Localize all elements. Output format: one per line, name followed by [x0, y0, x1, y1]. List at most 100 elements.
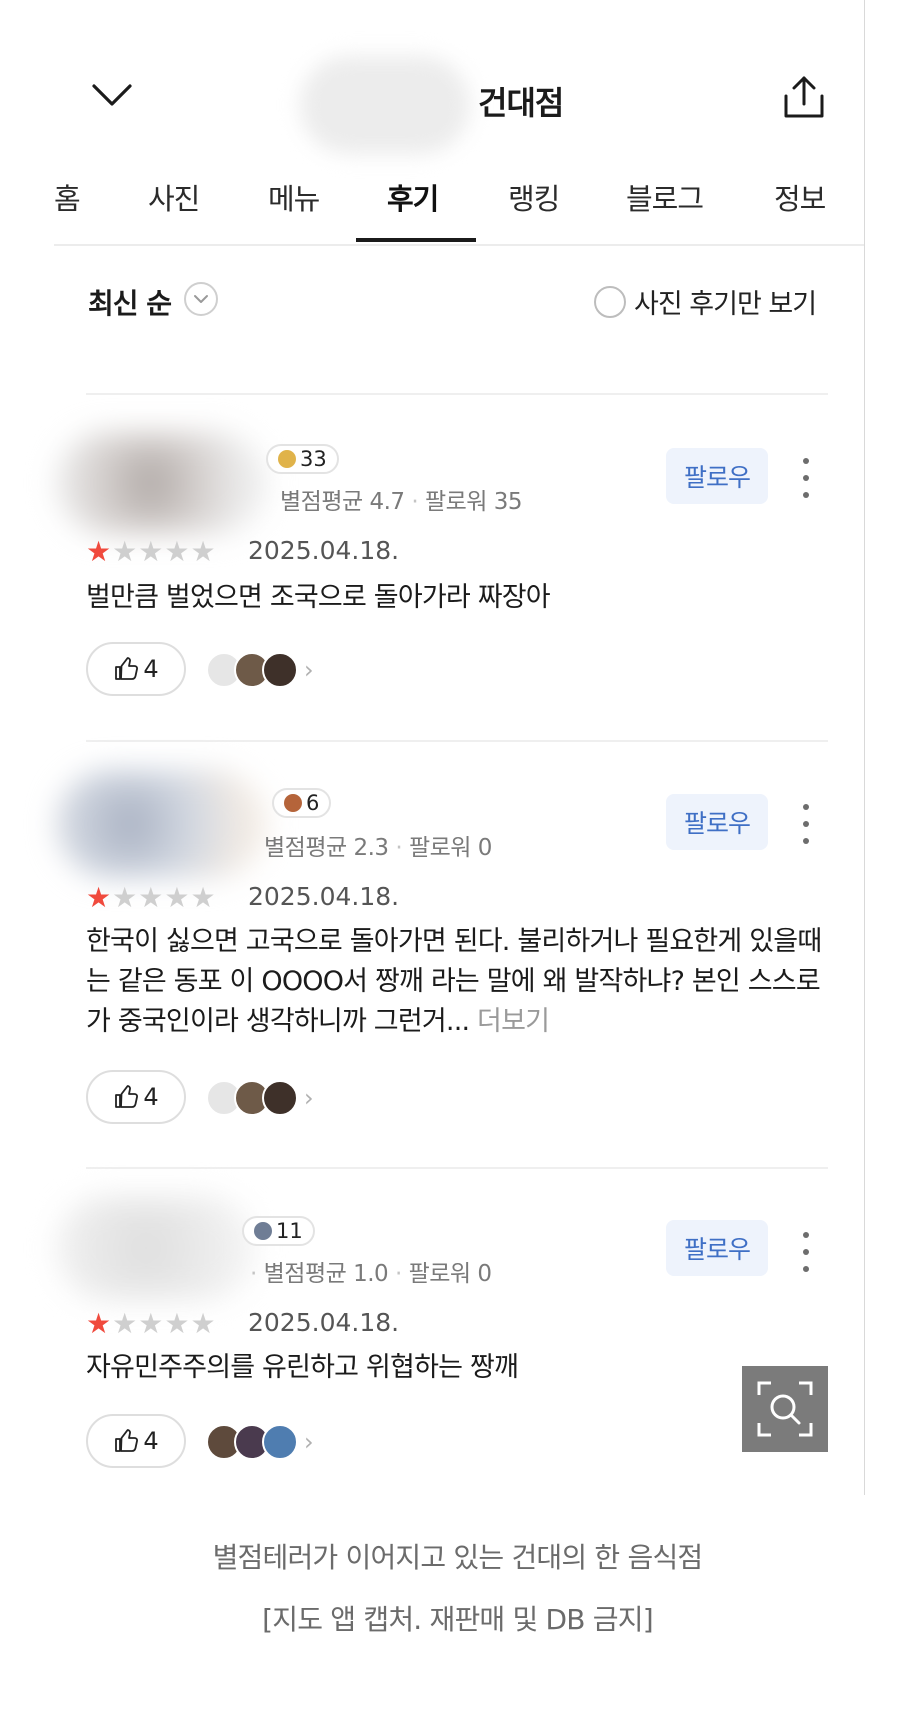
reviewer-follower-count: 팔로워 35	[424, 489, 523, 515]
avatar[interactable]	[56, 770, 266, 878]
level-badge-icon	[278, 450, 296, 468]
photo-reviews-only-label: 사진 후기만 보기	[634, 289, 817, 320]
star-icon-empty: ★	[112, 881, 138, 914]
chevron-right-icon: ›	[304, 1084, 314, 1112]
radio-circle-icon[interactable]	[594, 285, 626, 318]
level-badge-count: 11	[276, 1219, 303, 1243]
star-icon-empty: ★	[112, 535, 138, 568]
image-caption-line1: 별점테러가 이어지고 있는 건대의 한 음식점	[212, 1541, 704, 1574]
image-search-icon	[757, 1381, 813, 1437]
liker-avatar	[262, 1080, 298, 1116]
star-icon-empty: ★	[190, 881, 216, 914]
star-icon-empty: ★	[190, 1307, 216, 1340]
star-rating: ★ ★ ★ ★ ★	[86, 884, 216, 912]
review-text: 자유민주주의를 유린하고 위협하는 짱깨	[86, 1348, 826, 1388]
star-icon-empty: ★	[164, 1307, 190, 1340]
star-icon-filled: ★	[86, 881, 112, 914]
photo-reviews-only-toggle[interactable]: 사진 후기만 보기	[594, 282, 817, 321]
like-button[interactable]: 4	[86, 1070, 186, 1124]
liker-avatar	[262, 1424, 298, 1460]
star-icon-empty: ★	[112, 1307, 138, 1340]
level-badge: 11	[242, 1216, 315, 1246]
level-badge: 33	[266, 444, 339, 474]
avatar[interactable]	[56, 1196, 256, 1300]
like-button[interactable]: 4	[86, 642, 186, 696]
review-date: 2025.04.18.	[248, 882, 400, 911]
blurred-store-name	[300, 56, 470, 154]
thumbs-up-icon	[115, 657, 139, 680]
level-badge-icon	[254, 1222, 272, 1240]
star-icon-empty: ★	[138, 881, 164, 914]
follow-button[interactable]: 팔로우	[666, 1220, 768, 1276]
page-title: 건대점	[478, 84, 564, 122]
tab-bar: 홈 사진 메뉴 후기 랭킹 블로그 정보	[54, 162, 864, 246]
divider	[86, 1167, 828, 1169]
share-upload-icon	[784, 76, 824, 118]
tab-divider	[54, 244, 864, 246]
more-options-icon[interactable]	[801, 458, 811, 498]
liker-avatars[interactable]: ›	[206, 1080, 314, 1116]
star-icon-empty: ★	[164, 881, 190, 914]
star-icon-empty: ★	[164, 535, 190, 568]
avatar[interactable]	[56, 432, 266, 534]
more-options-icon[interactable]	[801, 804, 811, 844]
follow-button[interactable]: 팔로우	[666, 794, 768, 850]
image-search-button[interactable]	[742, 1366, 828, 1452]
star-rating: ★ ★ ★ ★ ★	[86, 1310, 216, 1338]
review-date: 2025.04.18.	[248, 1308, 400, 1337]
like-count: 4	[143, 1427, 159, 1455]
tab-reviews[interactable]: 후기	[387, 176, 439, 218]
level-badge-icon	[284, 794, 302, 812]
reviewer-rating-average: 별점평균 4.7	[280, 489, 405, 515]
tab-info[interactable]: 정보	[774, 176, 826, 218]
review-text: 한국이 싫으면 고국으로 돌아가면 된다. 불리하거나 필요한게 있을때는 같은…	[86, 922, 826, 1042]
tab-home[interactable]: 홈	[54, 176, 81, 218]
like-count: 4	[143, 655, 159, 683]
star-icon-empty: ★	[138, 1307, 164, 1340]
follow-button[interactable]: 팔로우	[666, 448, 768, 504]
review-body: 한국이 싫으면 고국으로 돌아가면 된다. 불리하거나 필요한게 있을때는 같은…	[86, 926, 822, 1037]
star-icon-empty: ★	[190, 535, 216, 568]
reviewer-meta: · 별점평균 1.0 · 팔로워 0	[250, 1261, 492, 1287]
thumbs-up-icon	[115, 1429, 139, 1452]
reviewer-follower-count: 팔로워 0	[408, 1261, 492, 1287]
app-screen: 건대점 홈 사진 메뉴 후기 랭킹 블로그 정보 최신 순 사진 후기만 보기 …	[0, 0, 865, 1495]
like-button[interactable]: 4	[86, 1414, 186, 1468]
chevron-right-icon: ›	[304, 656, 314, 684]
tab-ranking[interactable]: 랭킹	[508, 176, 560, 218]
level-badge-count: 6	[306, 791, 320, 815]
share-button[interactable]	[782, 74, 826, 120]
chevron-down-icon	[194, 295, 208, 303]
review-body: 벌만큼 벌었으면 조국으로 돌아가라 짜장아	[86, 582, 551, 613]
thumbs-up-icon	[115, 1085, 139, 1108]
review-body: 자유민주주의를 유린하고 위협하는 짱깨	[86, 1352, 519, 1383]
star-icon-filled: ★	[86, 1307, 112, 1340]
chevron-right-icon: ›	[304, 1428, 314, 1456]
more-options-icon[interactable]	[801, 1232, 811, 1272]
sort-dropdown-button[interactable]	[184, 282, 218, 316]
image-caption-line2: [지도 앱 캡처. 재판매 및 DB 금지]	[262, 1603, 653, 1636]
collapse-button[interactable]	[90, 80, 134, 116]
liker-avatars[interactable]: ›	[206, 1424, 314, 1460]
read-more-link[interactable]: 더보기	[477, 1006, 550, 1037]
reviewer-meta: 별점평균 4.7 · 팔로워 35	[280, 489, 523, 515]
star-rating: ★ ★ ★ ★ ★	[86, 538, 216, 566]
tab-blog[interactable]: 블로그	[626, 176, 704, 218]
active-tab-indicator	[356, 238, 476, 242]
review-date: 2025.04.18.	[248, 536, 400, 565]
review-text: 벌만큼 벌었으면 조국으로 돌아가라 짜장아	[86, 578, 826, 618]
liker-avatars[interactable]: ›	[206, 652, 314, 688]
level-badge: 6	[272, 788, 332, 818]
liker-avatar	[262, 652, 298, 688]
divider	[86, 740, 828, 742]
reviewer-rating-average: 별점평균 1.0	[263, 1261, 389, 1287]
reviewer-follower-count: 팔로워 0	[408, 835, 492, 861]
reviewer-meta: 별점평균 2.3 · 팔로워 0	[264, 835, 492, 861]
sort-dropdown-label[interactable]: 최신 순	[88, 282, 172, 322]
tab-menu[interactable]: 메뉴	[268, 176, 320, 218]
like-count: 4	[143, 1083, 159, 1111]
star-icon-filled: ★	[86, 535, 112, 568]
star-icon-empty: ★	[138, 535, 164, 568]
tab-photos[interactable]: 사진	[148, 176, 200, 218]
chevron-down-icon	[92, 84, 132, 106]
